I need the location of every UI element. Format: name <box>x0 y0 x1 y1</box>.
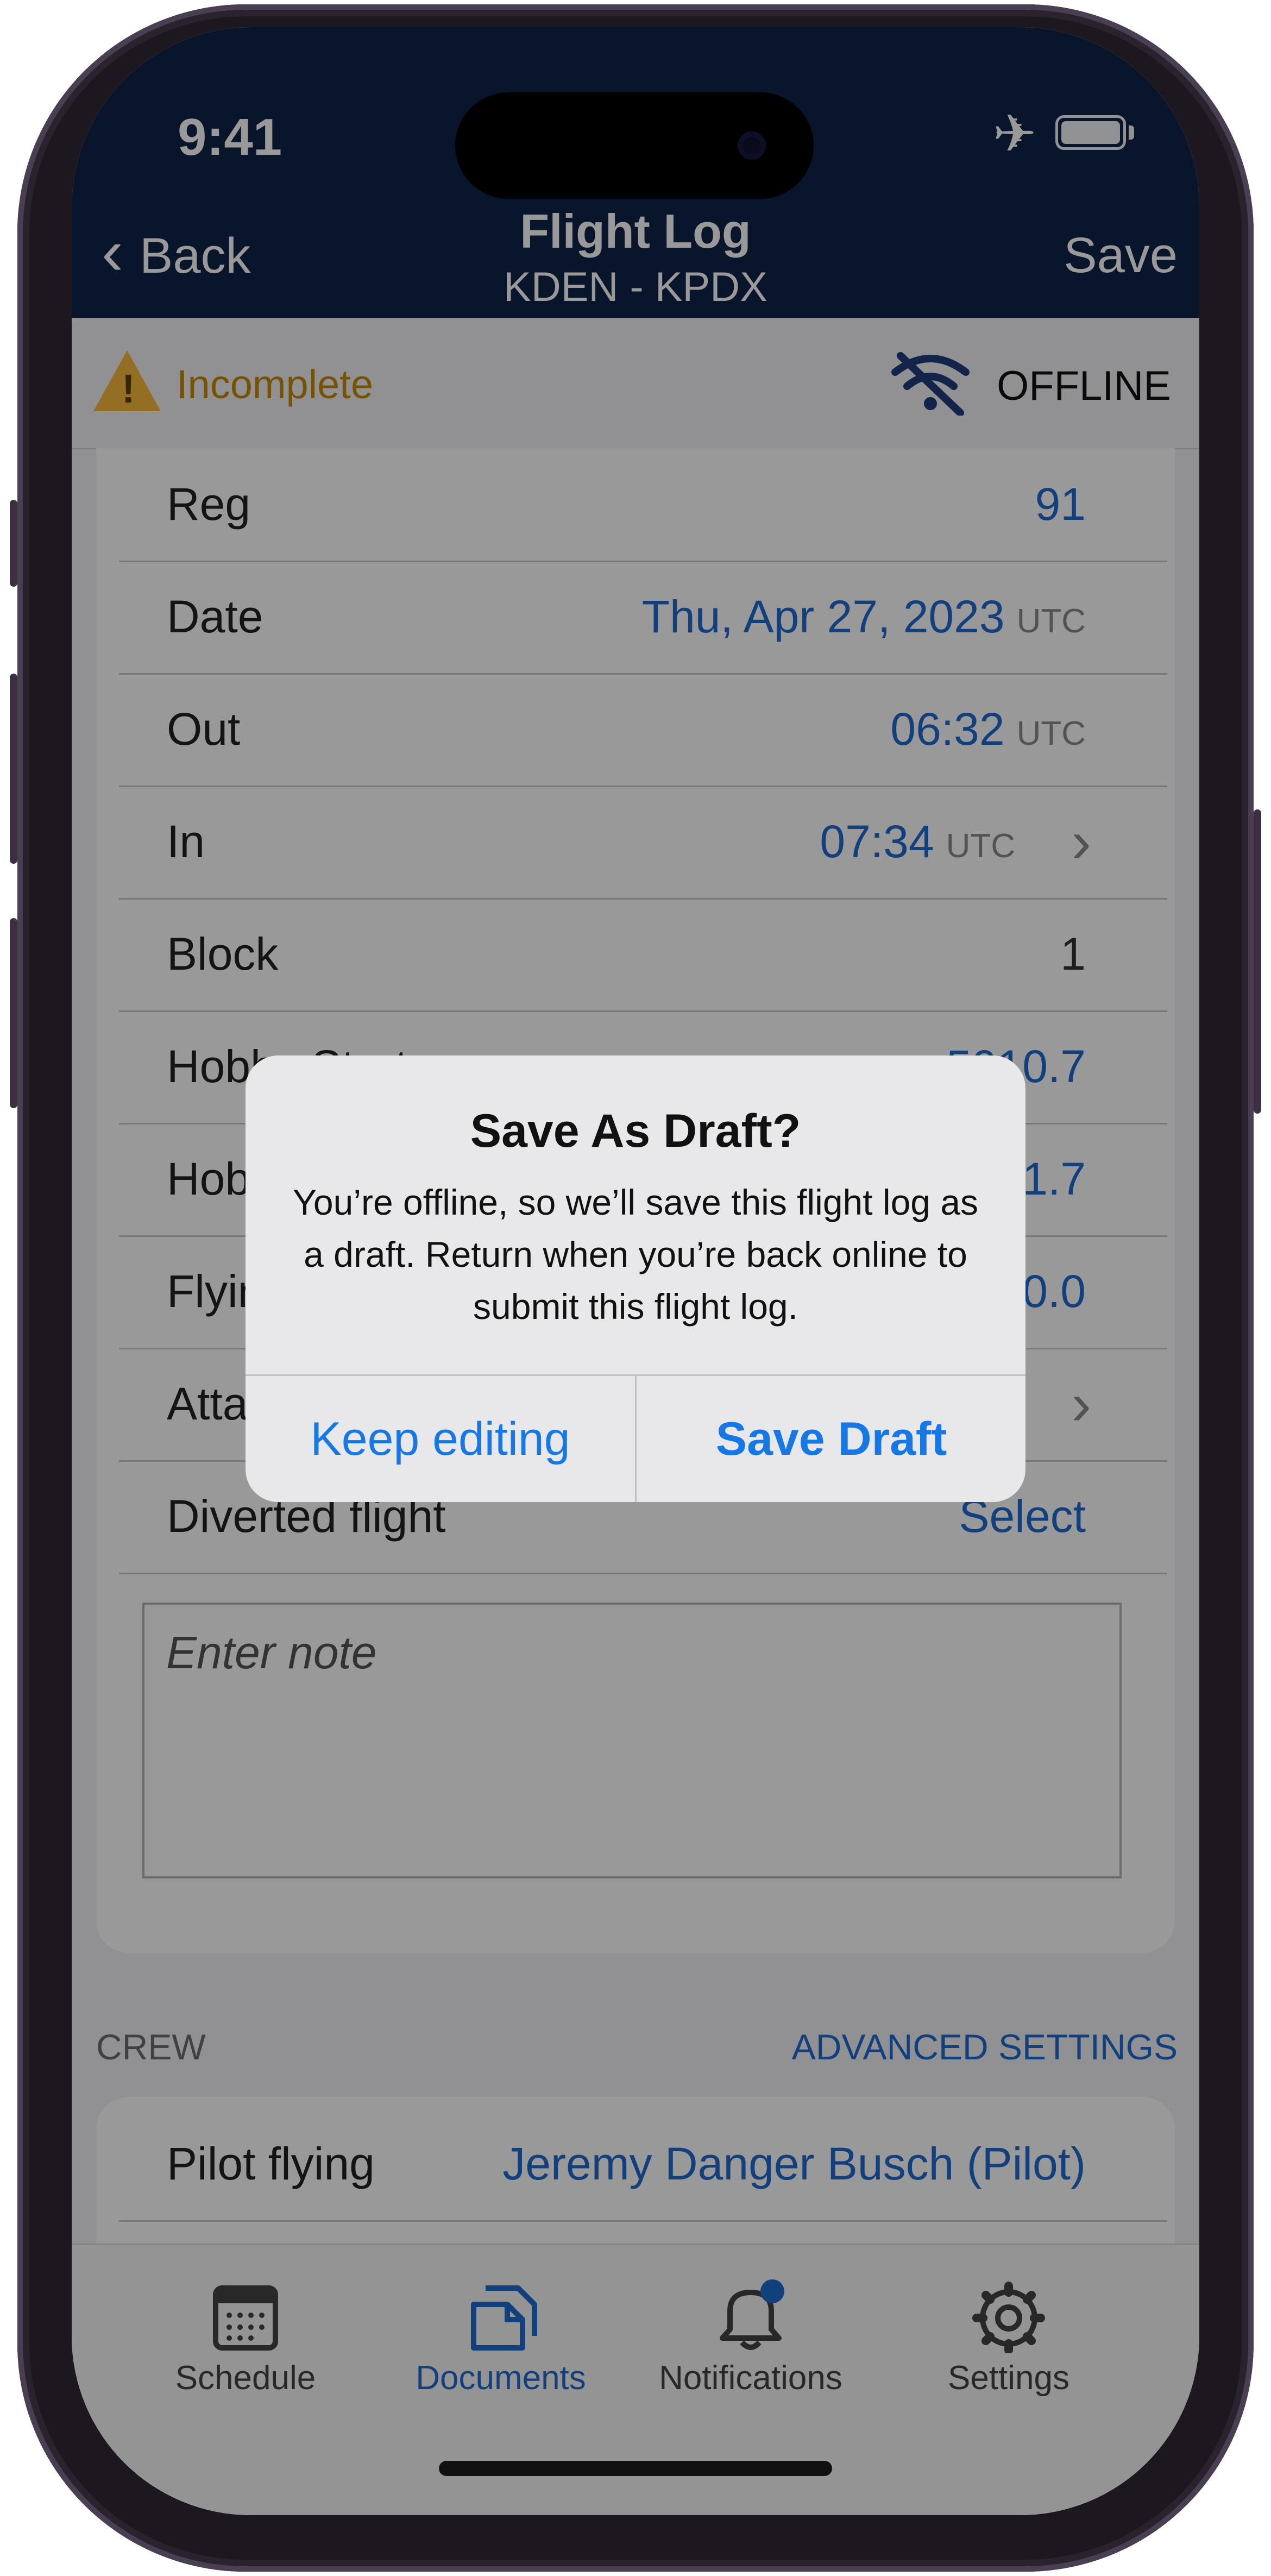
alert-title: Save As Draft? <box>470 1105 801 1157</box>
save-draft-button[interactable]: Save Draft <box>637 1376 1025 1502</box>
keep-editing-button[interactable]: Keep editing <box>246 1376 635 1502</box>
volume-up-button <box>10 674 17 864</box>
power-button <box>1254 809 1261 1114</box>
app-screen: 9:41 ✈ ‹ Back Flight Log KDEN - KPDX Sav… <box>72 27 1199 2515</box>
volume-down-button <box>10 918 17 1108</box>
save-draft-alert: Save As Draft? You’re offline, so we’ll … <box>246 1055 1025 1502</box>
action-button <box>10 500 17 587</box>
alert-message: You’re offline, so we’ll save this fligh… <box>292 1182 979 1327</box>
home-indicator[interactable] <box>439 2461 832 2476</box>
